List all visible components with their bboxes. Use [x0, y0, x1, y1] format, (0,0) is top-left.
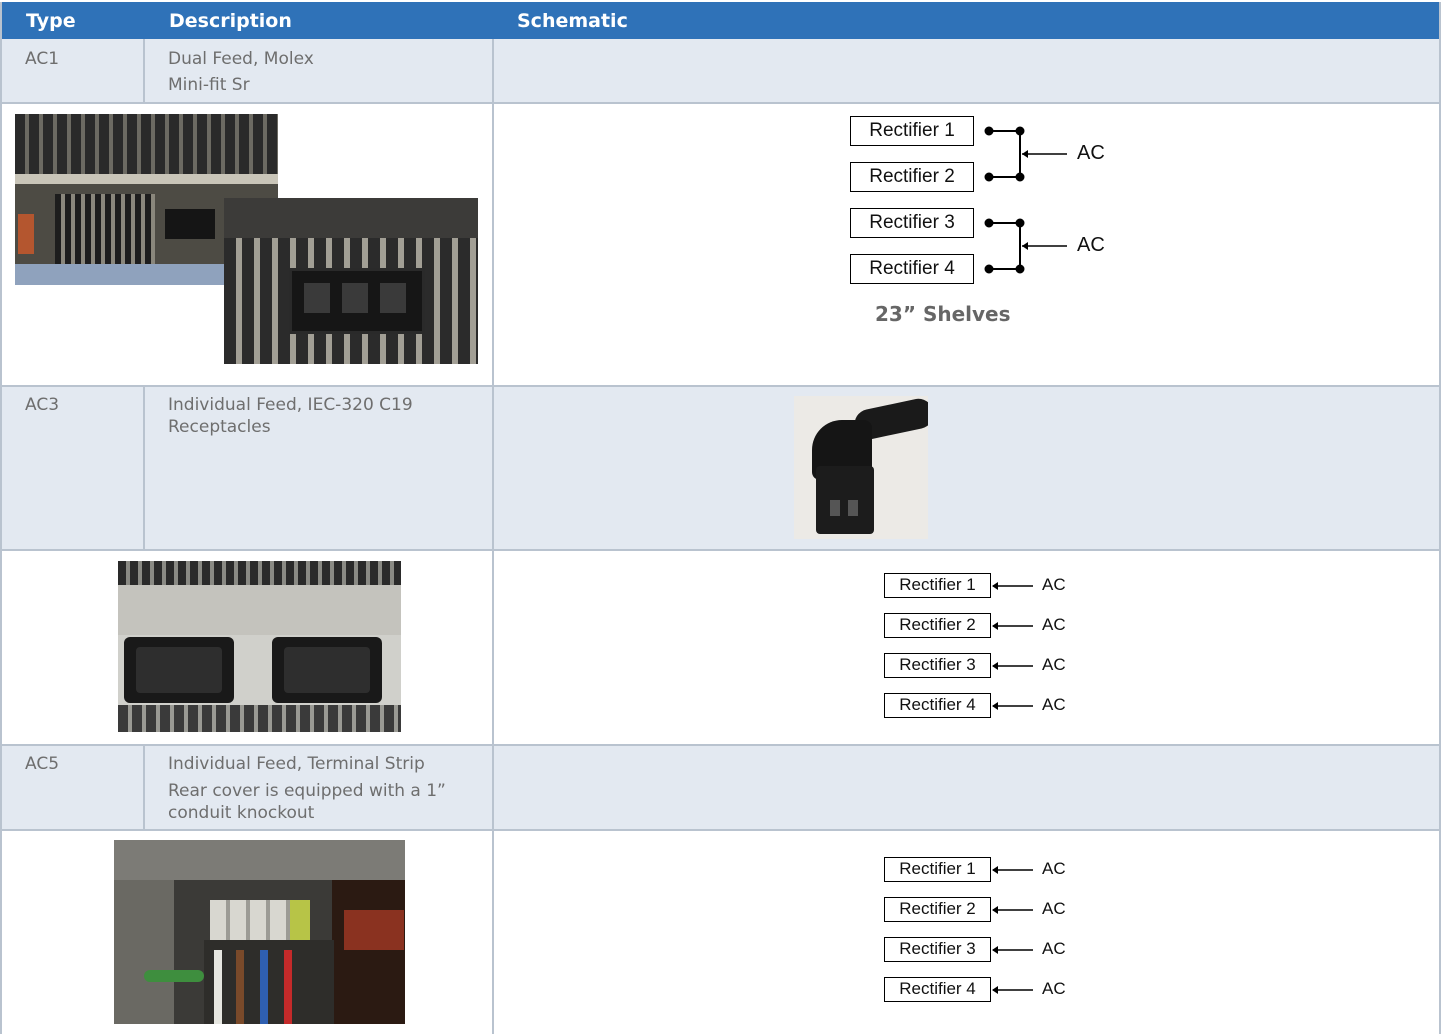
- ac-label: AC: [1077, 142, 1105, 164]
- table-row-ac3-detail: Rectifier 1 Rectifier 2 Rectifier 3 Rect…: [2, 551, 1440, 746]
- ac-label: AC: [1042, 939, 1066, 958]
- table-row-ac5: AC5 Individual Feed, Terminal Strip Rear…: [2, 746, 1440, 831]
- rectifier-box: Rectifier 3: [884, 653, 991, 678]
- ac-label: AC: [1042, 575, 1066, 594]
- table-row-ac1: AC1 Dual Feed, Molex Mini-fit Sr: [2, 39, 1440, 104]
- rectifier-box: Rectifier 2: [850, 162, 974, 192]
- ac-label: AC: [1042, 695, 1066, 714]
- ac-label: AC: [1042, 859, 1066, 878]
- ac-label: AC: [1077, 234, 1105, 256]
- rectifier-box: Rectifier 3: [850, 208, 974, 238]
- type-cell: AC3: [25, 395, 60, 415]
- table-row-ac3: AC3 Individual Feed, IEC-320 C19 Recepta…: [2, 387, 1440, 551]
- rectifier-box: Rectifier 4: [884, 977, 991, 1002]
- iec-c19-plug-photo: [794, 396, 928, 539]
- description-line: conduit knockout: [168, 803, 315, 823]
- header-description: Description: [169, 10, 292, 32]
- description-line: Individual Feed, Terminal Strip: [168, 754, 425, 774]
- ac-input-table: Type Description Schematic AC1 Dual Feed…: [0, 0, 1441, 1034]
- molex-connector-closeup-photo: [224, 198, 478, 364]
- description-line: Dual Feed, Molex: [168, 49, 314, 69]
- terminal-strip-photo: [114, 840, 405, 1024]
- c19-receptacles-photo: [118, 561, 401, 732]
- header-type: Type: [26, 10, 76, 32]
- ac-label: AC: [1042, 655, 1066, 674]
- table-row-ac1-detail: Rectifier 1 Rectifier 2 Rectifier 3 Rect…: [2, 104, 1440, 387]
- rectifier-box: Rectifier 3: [884, 937, 991, 962]
- rectifier-box: Rectifier 2: [884, 613, 991, 638]
- schematic-caption: 23” Shelves: [875, 302, 1011, 326]
- individual-feed-arrows: [992, 582, 1033, 710]
- ac-label: AC: [1042, 615, 1066, 634]
- rectifier-box: Rectifier 4: [884, 693, 991, 718]
- type-cell: AC1: [25, 49, 60, 69]
- dual-feed-wiring-diagram: [984, 126, 1067, 274]
- rectifier-box: Rectifier 1: [884, 573, 991, 598]
- type-cell: AC5: [25, 754, 60, 774]
- description-line: Receptacles: [168, 417, 271, 437]
- ac-label: AC: [1042, 899, 1066, 918]
- header-schematic: Schematic: [517, 10, 628, 32]
- description-line: Rear cover is equipped with a 1”: [168, 781, 446, 801]
- rectifier-box: Rectifier 2: [884, 897, 991, 922]
- rectifier-box: Rectifier 1: [884, 857, 991, 882]
- ac-label: AC: [1042, 979, 1066, 998]
- table-header: Type Description Schematic: [2, 2, 1440, 39]
- rectifier-box: Rectifier 4: [850, 254, 974, 284]
- description-line: Individual Feed, IEC-320 C19: [168, 395, 413, 415]
- individual-feed-arrows: [992, 866, 1033, 994]
- description-line: Mini-fit Sr: [168, 75, 250, 95]
- rectifier-box: Rectifier 1: [850, 116, 974, 146]
- table-row-ac5-detail: Rectifier 1 Rectifier 2 Rectifier 3 Rect…: [2, 831, 1440, 1034]
